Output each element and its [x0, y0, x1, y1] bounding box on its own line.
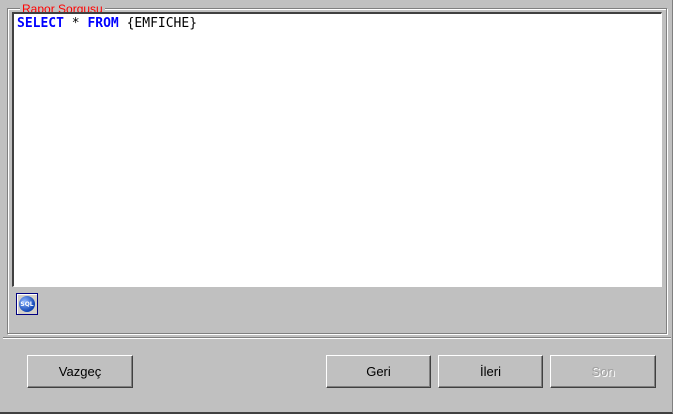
- sql-icon: SQL: [19, 296, 35, 312]
- sql-button[interactable]: SQL: [16, 293, 38, 315]
- cancel-button[interactable]: Vazgeç: [27, 355, 133, 388]
- wizard-window: Rapor Sorgusu SELECT * FROM {EMFICHE} SQ…: [0, 0, 673, 414]
- sql-keyword-from: FROM: [87, 16, 119, 31]
- sql-star: *: [71, 16, 80, 31]
- separator: [3, 337, 671, 339]
- finish-button[interactable]: Son: [550, 355, 656, 388]
- next-button[interactable]: İleri: [438, 355, 543, 388]
- sql-table-name: {EMFICHE}: [126, 16, 198, 31]
- sql-keyword-select: SELECT: [17, 16, 64, 31]
- back-button[interactable]: Geri: [326, 355, 431, 388]
- sql-editor[interactable]: SELECT * FROM {EMFICHE}: [12, 12, 662, 287]
